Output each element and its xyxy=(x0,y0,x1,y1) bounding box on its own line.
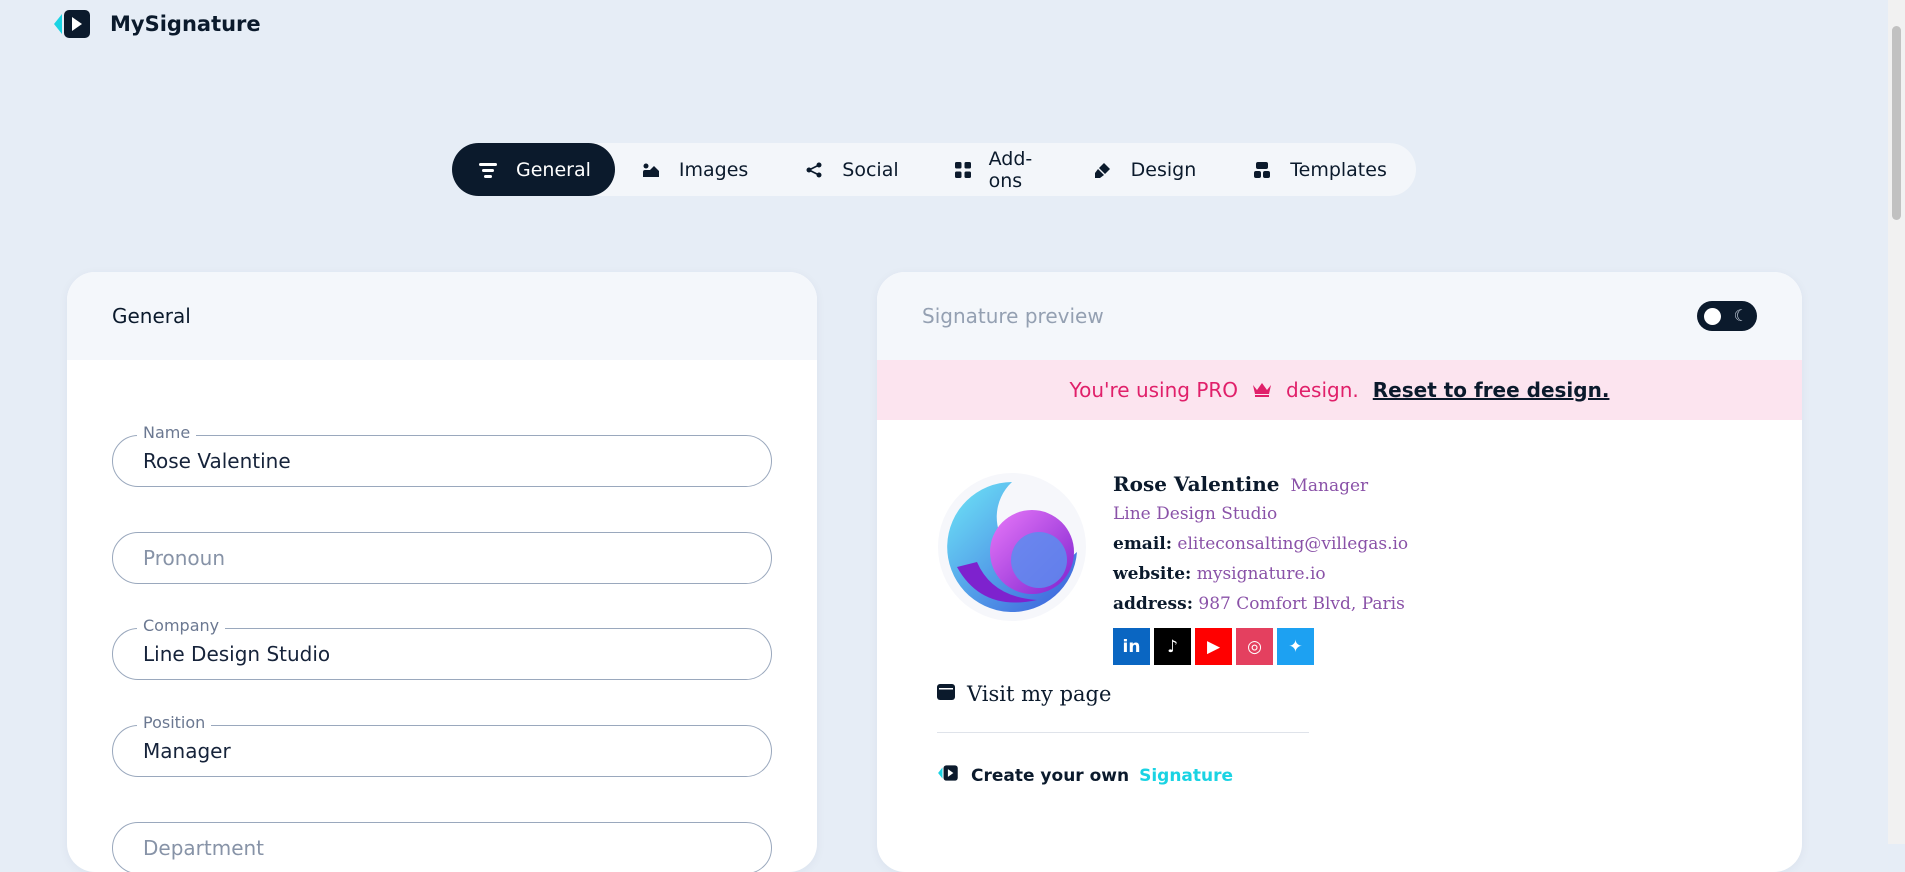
tab-label: General xyxy=(516,158,591,181)
preview-panel: Signature preview ☾ You're using PRO des… xyxy=(877,272,1802,872)
signature-address-line: address: 987 Comfort Blvd, Paris xyxy=(1113,594,1513,614)
tab-label: Images xyxy=(678,158,749,181)
company-field[interactable]: Company Line Design Studio xyxy=(112,616,772,680)
scrollbar-thumb[interactable] xyxy=(1892,26,1901,220)
moon-icon: ☾ xyxy=(1733,306,1748,325)
general-panel: General Name Rose Valentine Pronoun Comp… xyxy=(67,272,817,872)
signature-website-line: website: mysignature.io xyxy=(1113,564,1513,584)
youtube-icon[interactable]: ▶ xyxy=(1195,628,1232,665)
grid-icon xyxy=(954,160,971,180)
field-label: Company xyxy=(137,616,226,635)
field-value: Rose Valentine xyxy=(143,449,291,473)
page-scrollbar[interactable] xyxy=(1888,0,1905,844)
address-value: 987 Comfort Blvd, Paris xyxy=(1198,594,1405,614)
tab-images[interactable]: Images xyxy=(615,143,778,196)
create-accent: Signature xyxy=(1139,765,1234,786)
pro-text-after: design. xyxy=(1286,378,1359,402)
signature-divider xyxy=(937,732,1309,733)
mysignature-logo-icon xyxy=(937,764,961,787)
signature-name: Rose Valentine xyxy=(1113,472,1280,496)
tab-label: Social xyxy=(842,158,899,181)
panel-title: Signature preview xyxy=(922,304,1104,328)
email-link[interactable]: eliteconsalting@villegas.io xyxy=(1177,534,1408,554)
linkedin-icon[interactable]: in xyxy=(1113,628,1150,665)
panel-title: General xyxy=(67,272,817,360)
toggle-knob xyxy=(1704,308,1721,325)
create-text: Create your own xyxy=(971,765,1130,786)
brush-icon xyxy=(1093,160,1113,180)
website-label: website: xyxy=(1113,564,1192,584)
pro-notice: You're using PRO design. Reset to free d… xyxy=(877,360,1802,420)
tab-design[interactable]: Design xyxy=(1067,143,1227,196)
tab-social[interactable]: Social xyxy=(778,143,928,196)
tab-templates[interactable]: Templates xyxy=(1226,143,1417,196)
email-label: email: xyxy=(1113,534,1173,554)
instagram-icon[interactable]: ◎ xyxy=(1236,628,1273,665)
tab-general[interactable]: General xyxy=(452,143,615,196)
signature-position: Manager xyxy=(1290,476,1369,496)
preview-header: Signature preview ☾ xyxy=(877,272,1802,360)
crown-icon xyxy=(1252,378,1272,402)
section-tabs: General Images Social Add-ons Design Tem… xyxy=(452,143,1416,196)
field-placeholder: Pronoun xyxy=(143,546,225,570)
window-icon xyxy=(937,682,955,706)
lines-icon xyxy=(478,160,498,180)
field-label: Position xyxy=(137,713,212,732)
tiktok-icon[interactable]: ♪ xyxy=(1154,628,1191,665)
visit-page-link[interactable]: Visit my page xyxy=(937,682,1111,706)
department-field[interactable]: Department xyxy=(112,822,772,872)
field-value: Line Design Studio xyxy=(143,642,331,666)
reset-design-link[interactable]: Reset to free design. xyxy=(1373,378,1610,402)
field-label: Name xyxy=(137,423,197,442)
company-logo-avatar xyxy=(937,472,1087,622)
visit-page-label: Visit my page xyxy=(967,682,1112,706)
social-icons: in ♪ ▶ ◎ ✦ xyxy=(1113,628,1513,665)
theme-toggle[interactable]: ☾ xyxy=(1697,301,1757,331)
image-icon xyxy=(641,160,661,180)
pronoun-field[interactable]: Pronoun xyxy=(112,532,772,584)
app-name: MySignature xyxy=(110,12,261,36)
tab-label: Add-ons xyxy=(988,147,1033,192)
logo-mark-icon xyxy=(52,8,96,40)
twitter-icon[interactable]: ✦ xyxy=(1277,628,1314,665)
signature-email-line: email: eliteconsalting@villegas.io xyxy=(1113,534,1513,554)
position-field[interactable]: Position Manager xyxy=(112,713,772,777)
pro-text: You're using PRO xyxy=(1069,378,1239,402)
website-link[interactable]: mysignature.io xyxy=(1197,564,1326,584)
create-signature-link[interactable]: Create your own Signature xyxy=(937,764,1233,787)
tab-add-ons[interactable]: Add-ons xyxy=(929,143,1067,196)
name-field[interactable]: Name Rose Valentine xyxy=(112,423,772,487)
field-value: Manager xyxy=(143,739,231,763)
signature-details: Rose Valentine Manager Line Design Studi… xyxy=(1113,472,1513,665)
app-logo[interactable]: MySignature xyxy=(52,8,261,40)
signature-name-line: Rose Valentine Manager xyxy=(1113,472,1513,496)
templates-icon xyxy=(1252,160,1272,180)
field-placeholder: Department xyxy=(143,836,265,860)
signature-company: Line Design Studio xyxy=(1113,504,1278,524)
address-label: address: xyxy=(1113,594,1193,614)
tab-label: Design xyxy=(1130,158,1197,181)
tab-label: Templates xyxy=(1290,158,1387,181)
share-icon xyxy=(804,160,824,180)
